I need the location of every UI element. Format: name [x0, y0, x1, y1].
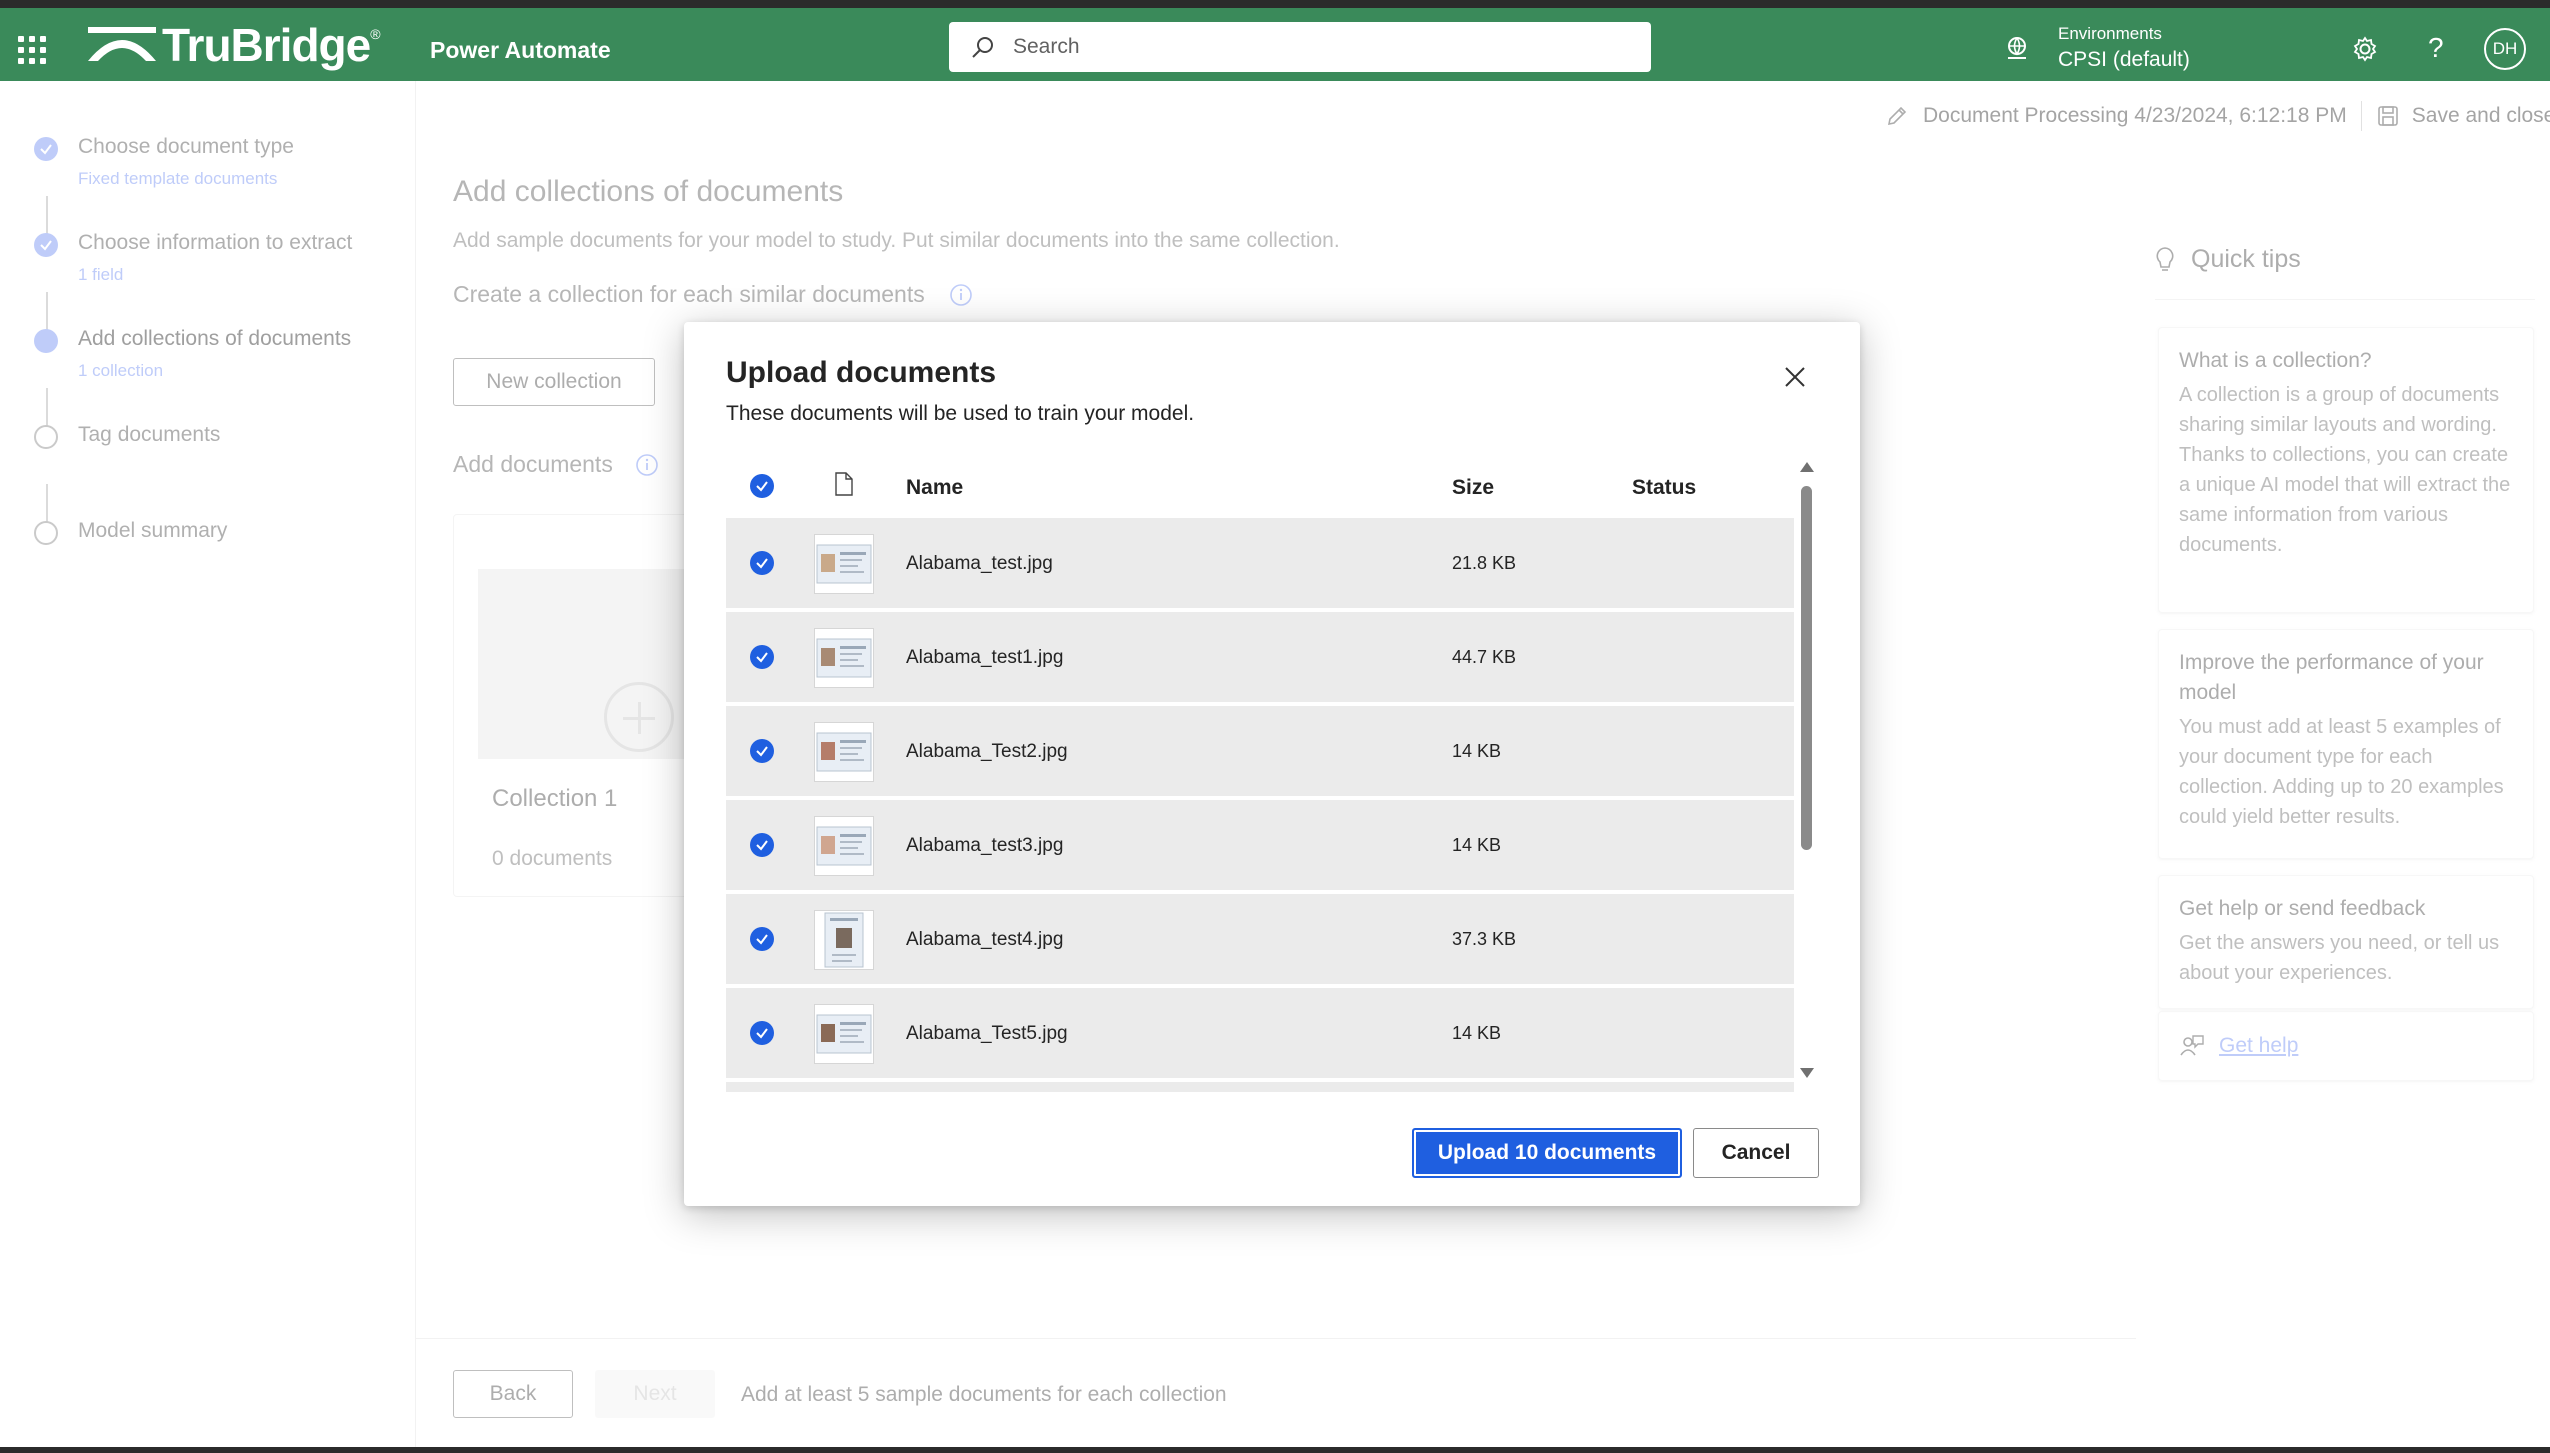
table-row-partial[interactable] — [726, 1082, 1794, 1092]
environment-label: Environments — [2058, 24, 2162, 43]
documents-table: Name Size Status Alabama_test.jpg 21.8 K… — [726, 452, 1794, 1092]
brand-name: TruBridge — [162, 19, 371, 71]
document-thumbnail — [814, 1004, 874, 1064]
column-header-size[interactable]: Size — [1452, 476, 1494, 500]
file-size: 21.8 KB — [1452, 553, 1517, 573]
scrollbar-thumb[interactable] — [1801, 486, 1812, 850]
upload-documents-dialog: Upload documents These documents will be… — [684, 322, 1860, 1206]
select-all-checkbox[interactable] — [750, 474, 774, 498]
scroll-up-arrow[interactable] — [1800, 462, 1814, 472]
file-size: 14 KB — [1452, 1023, 1502, 1043]
document-thumbnail — [814, 816, 874, 876]
environment-value: CPSI (default) — [2058, 48, 2190, 71]
table-row[interactable]: Alabama_Test5.jpg 14 KB — [726, 988, 1794, 1080]
table-row[interactable]: Alabama_test4.jpg 37.3 KB — [726, 894, 1794, 986]
environment-picker[interactable]: Environments CPSI (default) — [2004, 24, 2190, 72]
search-input[interactable]: Search — [1013, 35, 1080, 59]
row-checkbox[interactable] — [750, 927, 774, 951]
brand-trademark: ® — [370, 26, 381, 42]
dialog-title: Upload documents — [726, 356, 997, 389]
file-name: Alabama_test1.jpg — [906, 647, 1064, 668]
file-name: Alabama_test3.jpg — [906, 835, 1064, 856]
environment-icon — [2008, 37, 2026, 59]
file-name: Alabama_test4.jpg — [906, 929, 1064, 950]
dialog-subtitle: These documents will be used to train yo… — [726, 402, 1195, 425]
row-checkbox[interactable] — [750, 739, 774, 763]
document-thumbnail — [814, 534, 874, 594]
waffle-icon[interactable] — [18, 36, 46, 64]
row-checkbox[interactable] — [750, 551, 774, 575]
table-row[interactable]: Alabama_test.jpg 21.8 KB — [726, 518, 1794, 610]
document-thumbnail — [814, 722, 874, 782]
app-name[interactable]: Power Automate — [430, 37, 611, 64]
file-size: 44.7 KB — [1452, 647, 1517, 667]
column-header-name[interactable]: Name — [906, 476, 963, 500]
user-avatar[interactable]: DH — [2484, 28, 2526, 70]
search-icon — [972, 37, 993, 58]
table-row[interactable]: Alabama_test3.jpg 14 KB — [726, 800, 1794, 892]
document-thumbnail — [814, 628, 874, 688]
file-size: 14 KB — [1452, 835, 1502, 855]
table-header: Name Size Status — [726, 452, 1794, 518]
help-icon[interactable]: ? — [2428, 32, 2444, 64]
table-row[interactable]: Alabama_Test2.jpg 14 KB — [726, 706, 1794, 798]
column-header-status[interactable]: Status — [1632, 476, 1696, 500]
file-size: 14 KB — [1452, 741, 1502, 761]
close-icon[interactable] — [1780, 362, 1810, 392]
search-box[interactable]: Search — [949, 22, 1651, 72]
file-size: 37.3 KB — [1452, 929, 1517, 949]
cancel-button[interactable]: Cancel — [1693, 1128, 1819, 1178]
upload-documents-button[interactable]: Upload 10 documents — [1412, 1128, 1682, 1178]
row-checkbox[interactable] — [750, 833, 774, 857]
row-checkbox[interactable] — [750, 1021, 774, 1045]
file-name: Alabama_Test5.jpg — [906, 1023, 1068, 1044]
table-row[interactable]: Alabama_test1.jpg 44.7 KB — [726, 612, 1794, 704]
file-name: Alabama_test.jpg — [906, 553, 1053, 574]
row-checkbox[interactable] — [750, 645, 774, 669]
logo-arch-icon — [88, 27, 156, 61]
gear-icon[interactable] — [2352, 36, 2378, 67]
scroll-down-arrow[interactable] — [1800, 1068, 1814, 1078]
top-bar: TruBridge ® Power Automate Search Enviro… — [0, 0, 2550, 81]
file-name: Alabama_Test2.jpg — [906, 741, 1068, 762]
document-thumbnail — [814, 910, 874, 970]
brand-logo: TruBridge ® — [86, 19, 381, 71]
file-icon — [835, 472, 853, 496]
